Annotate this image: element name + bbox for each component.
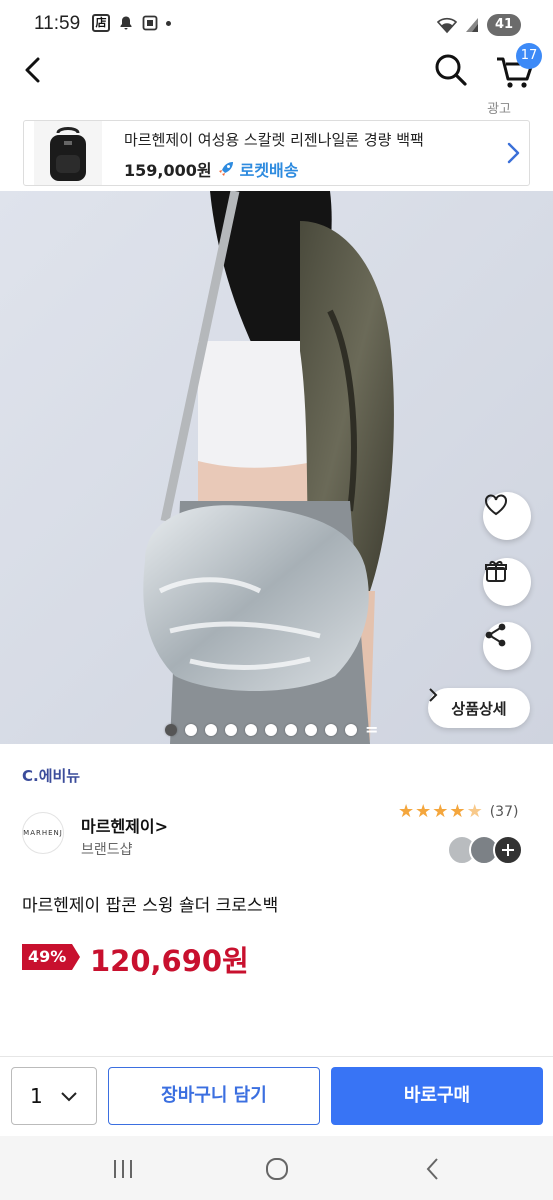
status-bar: 11:59 店 41 (0, 0, 553, 48)
carousel-dot[interactable] (225, 723, 237, 736)
add-to-cart-button[interactable]: 장바구니 담기 (108, 1067, 320, 1125)
search-icon[interactable] (432, 51, 470, 89)
rating-stars[interactable]: ★ ★ ★ ★ ★ (37) (398, 803, 518, 821)
star-icon: ★ (432, 801, 449, 822)
ad-label: 광고 (487, 102, 511, 117)
star-icon: ★ (398, 801, 415, 822)
screen-capture-icon (142, 15, 158, 31)
more-notifications-dot (166, 20, 171, 26)
carousel-dot[interactable] (305, 723, 317, 736)
product-detail-label: 상품상세 (451, 699, 507, 718)
rocket-delivery-label: 로켓배송 (239, 161, 299, 180)
carousel-dot[interactable] (185, 723, 197, 736)
product-photo (0, 191, 553, 744)
product-image-carousel[interactable]: 상품상세 = (0, 191, 553, 744)
top-navigation: 17 (0, 43, 553, 94)
brand-logo[interactable]: MARHENJ (22, 812, 64, 854)
system-navigation-bar (0, 1136, 553, 1200)
back-nav-icon[interactable] (418, 1154, 448, 1184)
carousel-dot[interactable] (325, 723, 337, 736)
c-avenue-badge: C.에비뉴 (22, 767, 81, 785)
ad-title: 마르헨제이 여성용 스칼렛 리젠나일론 경량 백팩 (124, 131, 424, 149)
chevron-down-icon (61, 1092, 77, 1102)
carousel-dot[interactable] (165, 723, 177, 736)
sale-price: 120,690원 (90, 944, 249, 978)
star-icon: ★ (449, 801, 466, 822)
share-icon (485, 623, 506, 647)
wifi-icon (437, 17, 457, 34)
more-images-icon: = (365, 720, 379, 739)
quantity-value: 1 (30, 1084, 43, 1108)
star-icon: ★ (415, 801, 432, 822)
chevron-right-icon: > (154, 817, 169, 836)
chevron-right-icon (507, 142, 520, 164)
home-icon[interactable] (262, 1154, 292, 1184)
carousel-dot[interactable] (205, 723, 217, 736)
recent-apps-icon[interactable] (108, 1154, 138, 1184)
buy-now-button[interactable]: 바로구매 (331, 1067, 543, 1125)
status-time: 11:59 (34, 13, 81, 34)
store-notification-icon: 店 (92, 14, 110, 32)
carousel-dot[interactable] (345, 723, 357, 736)
ad-banner[interactable]: 마르헨제이 여성용 스칼렛 리젠나일론 경량 백팩 159,000원 로켓배송 (23, 120, 530, 186)
purchase-bar: 1 장바구니 담기 바로구매 (0, 1056, 553, 1137)
gift-icon (485, 561, 507, 582)
ad-product-thumbnail (34, 121, 102, 185)
share-button[interactable] (483, 622, 531, 670)
brand-name-link[interactable]: 마르헨제이> (81, 813, 168, 837)
discount-badge: 49% (22, 944, 81, 970)
gift-button[interactable] (483, 558, 531, 606)
quantity-select[interactable]: 1 (11, 1067, 97, 1125)
heart-icon (485, 494, 507, 516)
bell-icon (120, 16, 132, 30)
product-title: 마르헨제이 팝콘 스윙 숄더 크로스백 (22, 896, 279, 916)
product-detail-button[interactable]: 상품상세 (428, 688, 530, 728)
review-count: (37) (489, 804, 519, 820)
signal-icon (466, 18, 478, 32)
carousel-dot[interactable] (245, 723, 257, 736)
wishlist-button[interactable] (483, 492, 531, 540)
ad-price: 159,000원 (124, 161, 212, 180)
brand-name: 마르헨제이 (81, 817, 155, 836)
rocket-icon (218, 162, 233, 176)
brand-shop-label: 브랜드샵 (81, 842, 133, 858)
cart-button[interactable]: 17 (494, 43, 542, 91)
more-photos-avatar (493, 835, 523, 865)
half-star-icon: ★ (466, 801, 483, 822)
review-photo-avatars[interactable] (447, 835, 527, 865)
battery-icon: 41 (487, 14, 521, 36)
back-icon[interactable] (18, 54, 50, 86)
carousel-dot[interactable] (265, 723, 277, 736)
chevron-right-icon (429, 688, 438, 702)
plus-icon (502, 844, 514, 856)
carousel-dot[interactable] (285, 723, 297, 736)
cart-count-badge: 17 (516, 43, 542, 69)
carousel-indicator: = (165, 720, 378, 739)
